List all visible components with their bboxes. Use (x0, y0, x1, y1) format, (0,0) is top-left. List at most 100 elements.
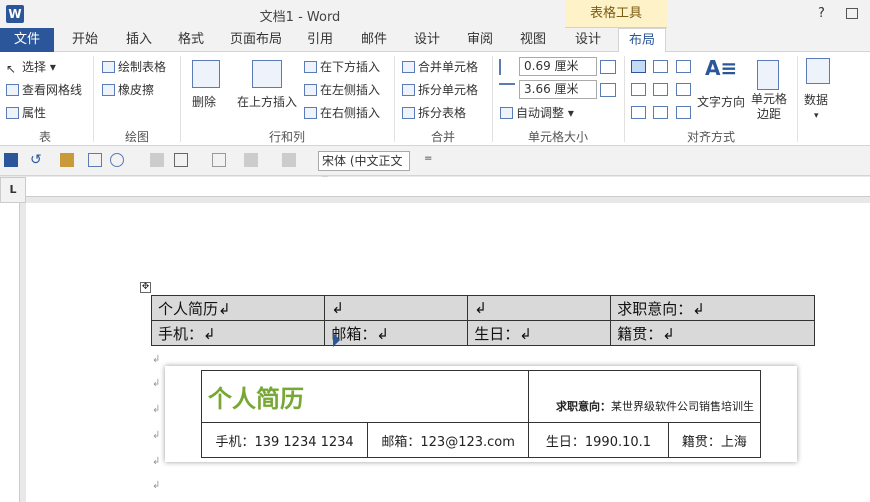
align-middle-center-icon[interactable] (653, 83, 668, 96)
horizontal-ruler[interactable] (26, 177, 870, 197)
text-box-icon[interactable] (88, 153, 102, 167)
eraser-label: 橡皮擦 (118, 83, 155, 97)
split-cells-button[interactable]: 拆分单元格 (402, 80, 478, 100)
data-dropdown-icon[interactable]: ▾ (814, 106, 819, 126)
distribute-columns-icon[interactable] (600, 83, 616, 97)
tab-format[interactable]: 格式 (168, 28, 214, 52)
data-icon[interactable] (806, 58, 830, 84)
tab-review[interactable]: 审阅 (457, 28, 503, 52)
select-arrow-icon: ↖ (6, 62, 17, 76)
align-middle-left-icon[interactable] (631, 83, 646, 96)
table-row: 个人简历 求职意向：某世界级软件公司销售培训生 (200, 370, 761, 423)
insert-right-button[interactable]: 在右侧插入 (304, 103, 380, 123)
restore-window-icon[interactable] (846, 8, 858, 19)
tab-page-layout[interactable]: 页面布局 (226, 28, 286, 52)
text-direction-icon[interactable]: A≡ (705, 56, 737, 80)
shapes-icon[interactable] (110, 153, 124, 167)
properties-label: 属性 (22, 106, 47, 120)
customize-qat-icon[interactable]: = (424, 153, 438, 167)
job-intent-cell: 求职意向：某世界级软件公司销售培训生 (528, 370, 761, 423)
tab-home[interactable]: 开始 (62, 28, 108, 52)
split-table-label: 拆分表格 (418, 106, 467, 120)
help-icon[interactable]: ? (818, 6, 825, 21)
resume-table-draft[interactable]: 个人简历↲ ↲ ↲ 求职意向：↲ 手机：↲ 邮箱：↲ 生日：↲ 籍贯：↲ (150, 295, 815, 346)
table-move-handle-icon[interactable]: ✥ (140, 282, 151, 293)
font-select[interactable]: 宋体 (中文正文 ▾ (318, 151, 410, 186)
tab-selector[interactable]: L (0, 177, 26, 203)
merge-cells-button[interactable]: 合并单元格 (402, 57, 478, 77)
delete-table-icon[interactable] (192, 60, 220, 88)
merge-cells-icon (402, 61, 415, 73)
align-top-left-icon[interactable] (631, 60, 646, 73)
insert-below-icon (304, 61, 317, 73)
table-cell[interactable]: 生日：↲ (467, 320, 612, 346)
tab-file[interactable]: 文件 (0, 28, 54, 52)
delete-button[interactable]: 删除 (192, 92, 216, 112)
table-cell[interactable]: ↲ (467, 295, 612, 321)
cell-margins-button[interactable]: 单元格 边距 (751, 92, 787, 122)
table-cell[interactable]: 邮箱：↲ (324, 320, 469, 346)
group-label-draw: 绘图 (124, 130, 149, 144)
insert-below-button[interactable]: 在下方插入 (304, 57, 380, 77)
tab-mailings[interactable]: 邮件 (351, 28, 397, 52)
merge-cells-label: 合并单元格 (418, 60, 479, 74)
select-objects-icon[interactable] (212, 153, 226, 167)
vertical-ruler[interactable] (0, 203, 20, 502)
align-top-right-icon[interactable] (676, 60, 691, 73)
table-cell[interactable]: 手机：↲ (150, 320, 326, 346)
table-cell[interactable]: ↲ (324, 295, 469, 321)
autofit-icon (500, 107, 513, 119)
insert-right-icon (304, 107, 317, 119)
column-width-input[interactable]: 3.66 厘米 (519, 80, 597, 99)
table-cell[interactable]: 个人简历↲ (150, 295, 326, 321)
table-tools-context: 表格工具 (565, 0, 667, 28)
job-intent-value: 某世界级软件公司销售培训生 (611, 400, 754, 413)
paragraph-mark: ↲ (152, 430, 161, 441)
ribbon: ↖ 选择 ▾ 查看网格线 属性 表 绘制表格 橡皮擦 绘图 删除 在上方插入 在下… (0, 52, 870, 146)
split-table-icon (402, 107, 415, 119)
align-bottom-center-icon[interactable] (653, 106, 668, 119)
resume-table-example: 个人简历 求职意向：某世界级软件公司销售培训生 手机：139 1234 1234… (200, 370, 762, 458)
mouse-cursor-icon (333, 333, 340, 347)
properties-button[interactable]: 属性 (6, 103, 46, 123)
layout-icon[interactable] (174, 153, 188, 167)
insert-left-icon (304, 84, 317, 96)
distribute-rows-icon[interactable] (600, 60, 616, 74)
select-button[interactable]: ↖ 选择 ▾ (6, 57, 56, 77)
tab-references[interactable]: 引用 (297, 28, 343, 52)
tab-table-layout[interactable]: 布局 (618, 28, 666, 53)
row-height-input[interactable]: 0.69 厘米 (519, 57, 597, 76)
align-bottom-left-icon[interactable] (631, 106, 646, 119)
table-row: 个人简历↲ ↲ ↲ 求职意向：↲ (150, 295, 815, 321)
eraser-button[interactable]: 橡皮擦 (102, 80, 154, 100)
align-middle-right-icon[interactable] (676, 83, 691, 96)
tab-table-design[interactable]: 设计 (565, 28, 611, 52)
text-direction-button[interactable]: 文字方向 (697, 92, 745, 112)
column-width-icon (499, 83, 515, 97)
insert-left-button[interactable]: 在左侧插入 (304, 80, 380, 100)
format-painter-icon[interactable] (60, 153, 74, 167)
autofit-button[interactable]: 自动调整 ▾ (500, 103, 574, 123)
save-icon[interactable] (4, 153, 18, 167)
insert-above-icon[interactable] (252, 60, 282, 88)
table-cell[interactable]: 籍贯：↲ (610, 320, 815, 346)
print-icon[interactable] (150, 153, 164, 167)
cell-margins-icon[interactable] (757, 60, 779, 90)
tab-design[interactable]: 设计 (404, 28, 450, 52)
group-divider (624, 56, 625, 142)
undo-icon[interactable]: ↺ (30, 153, 44, 167)
align-top-center-icon[interactable] (653, 60, 668, 73)
tab-insert[interactable]: 插入 (116, 28, 162, 52)
tab-view[interactable]: 视图 (510, 28, 556, 52)
draw-table-button[interactable]: 绘制表格 (102, 57, 166, 77)
align-bottom-right-icon[interactable] (676, 106, 691, 119)
insert-above-button[interactable]: 在上方插入 (237, 92, 297, 112)
split-table-button[interactable]: 拆分表格 (402, 103, 466, 123)
fill-icon[interactable] (244, 153, 258, 167)
table-cell[interactable]: 求职意向：↲ (610, 295, 815, 321)
paragraph-mark: ↲ (152, 456, 161, 467)
pen-icon[interactable] (282, 153, 296, 167)
paragraph-mark: ↲ (152, 404, 161, 415)
gridlines-icon (6, 84, 19, 96)
view-gridlines-button[interactable]: 查看网格线 (6, 80, 82, 100)
